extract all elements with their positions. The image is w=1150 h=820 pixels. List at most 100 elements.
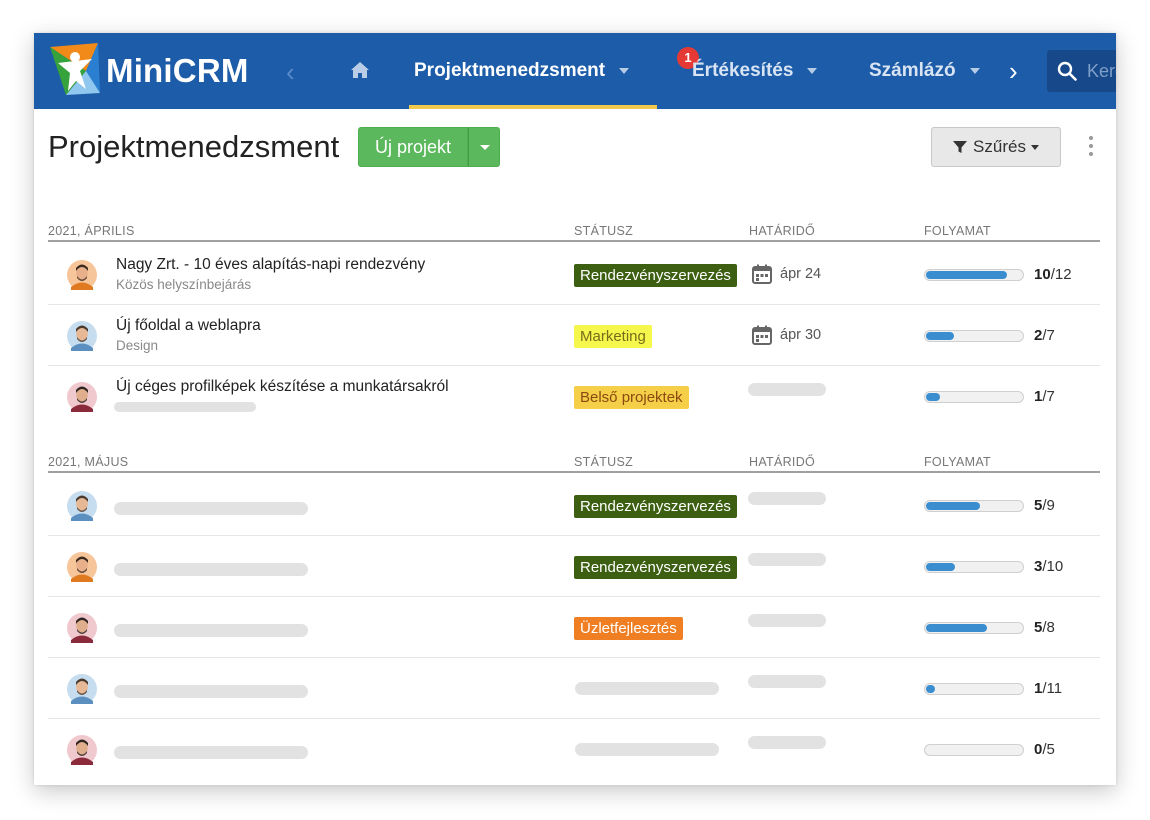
table-row[interactable]: Új céges profilképek készítése a munkatá… bbox=[48, 366, 1100, 427]
search-box[interactable] bbox=[1047, 50, 1116, 92]
progress-bar bbox=[924, 391, 1024, 403]
deadline-placeholder bbox=[748, 736, 826, 749]
chevron-down-icon[interactable] bbox=[619, 68, 630, 74]
more-options-icon[interactable] bbox=[1086, 136, 1096, 160]
deadline-column-header[interactable]: HATÁRIDŐ bbox=[749, 224, 815, 238]
avatar-blue-icon bbox=[67, 674, 97, 704]
deadline-placeholder bbox=[748, 492, 826, 505]
deadline-column-header[interactable]: HATÁRIDŐ bbox=[749, 455, 815, 469]
nav-item-ertekesites[interactable]: Értékesítés bbox=[692, 33, 818, 109]
avatar-red-icon bbox=[67, 382, 97, 412]
progress-done-count: 10 bbox=[1034, 266, 1051, 283]
status-column-header[interactable]: STÁTUSZ bbox=[574, 455, 633, 469]
table-row[interactable]: Rendezvényszervezés 3/10 bbox=[48, 536, 1100, 597]
new-project-button[interactable]: Új projekt bbox=[358, 127, 469, 167]
new-project-dropdown-button[interactable] bbox=[468, 127, 501, 167]
deadline-date[interactable]: ápr 24 bbox=[780, 266, 821, 282]
deadline-placeholder bbox=[748, 383, 826, 396]
progress-bar-fill bbox=[926, 271, 1007, 279]
status-badge[interactable]: Rendezvényszervezés bbox=[574, 495, 737, 518]
active-tab-indicator bbox=[409, 105, 657, 109]
section-header: 2021, MÁJUS STÁTUSZ HATÁRIDŐ FOLYAMAT bbox=[48, 451, 1100, 473]
progress-total-count: /10 bbox=[1042, 558, 1064, 575]
project-name[interactable]: Nagy Zrt. - 10 éves alapítás-napi rendez… bbox=[116, 256, 425, 274]
section-month-label: 2021, ÁPRILIS bbox=[48, 224, 135, 238]
app-window: MiniCRM ‹ Projektmenedzsment 1 Értékesít… bbox=[34, 33, 1116, 785]
avatar-red-icon bbox=[67, 613, 97, 643]
nav-item-szamlazo[interactable]: Számlázó bbox=[869, 33, 980, 109]
section-header: 2021, ÁPRILIS STÁTUSZ HATÁRIDŐ FOLYAMAT bbox=[48, 220, 1100, 242]
table-row[interactable]: Rendezvényszervezés 5/9 bbox=[48, 475, 1100, 536]
progress-bar bbox=[924, 622, 1024, 634]
progress-bar-fill bbox=[926, 624, 987, 632]
progress-count: 1/7 bbox=[1034, 388, 1055, 405]
brand-name[interactable]: MiniCRM bbox=[106, 52, 249, 90]
progress-bar-fill bbox=[926, 393, 940, 401]
search-input[interactable] bbox=[1087, 59, 1116, 83]
status-column-header[interactable]: STÁTUSZ bbox=[574, 224, 633, 238]
progress-bar-fill bbox=[926, 685, 935, 693]
top-navigation-bar: MiniCRM ‹ Projektmenedzsment 1 Értékesít… bbox=[34, 33, 1116, 109]
table-row[interactable]: Nagy Zrt. - 10 éves alapítás-napi rendez… bbox=[48, 244, 1100, 305]
table-row[interactable]: Új főoldal a weblapra Design Marketing ápr … bbox=[48, 305, 1100, 366]
search-icon bbox=[1057, 61, 1077, 81]
progress-bar bbox=[924, 744, 1024, 756]
nav-scroll-right-icon[interactable]: › bbox=[1009, 56, 1018, 87]
progress-total-count: /9 bbox=[1042, 497, 1055, 514]
nav-item-projektmenedzsment[interactable]: Projektmenedzsment bbox=[409, 33, 657, 109]
progress-bar bbox=[924, 561, 1024, 573]
calendar-icon bbox=[752, 264, 772, 284]
deadline-placeholder bbox=[748, 675, 826, 688]
progress-total-count: /8 bbox=[1042, 619, 1055, 636]
progress-total-count: /12 bbox=[1050, 266, 1072, 283]
status-badge[interactable]: Üzletfejlesztés bbox=[574, 617, 683, 640]
table-row[interactable]: 1/11 bbox=[48, 658, 1100, 719]
chevron-down-icon[interactable] bbox=[807, 68, 818, 74]
deadline-date[interactable]: ápr 30 bbox=[780, 327, 821, 343]
table-row[interactable]: Üzletfejlesztés 5/8 bbox=[48, 597, 1100, 658]
table-row[interactable]: 0/5 bbox=[48, 719, 1100, 780]
status-badge[interactable]: Rendezvényszervezés bbox=[574, 556, 737, 579]
progress-bar-fill bbox=[926, 332, 954, 340]
chevron-down-icon bbox=[1030, 144, 1039, 150]
nav-item-label: Projektmenedzsment bbox=[414, 60, 606, 81]
filter-button-label: Szűrés bbox=[973, 137, 1026, 156]
chevron-down-icon[interactable] bbox=[969, 68, 980, 74]
progress-total-count: /7 bbox=[1042, 388, 1055, 405]
progress-count: 10/12 bbox=[1034, 266, 1072, 283]
new-project-button-group: Új projekt bbox=[358, 127, 501, 167]
home-icon[interactable] bbox=[350, 61, 370, 79]
status-badge[interactable]: Belső projektek bbox=[574, 386, 689, 409]
status-badge[interactable]: Rendezvényszervezés bbox=[574, 264, 737, 287]
nav-scroll-left-icon[interactable]: ‹ bbox=[286, 57, 295, 88]
progress-column-header[interactable]: FOLYAMAT bbox=[924, 455, 991, 469]
avatar-red-icon bbox=[67, 735, 97, 765]
project-name[interactable]: Új főoldal a weblapra bbox=[116, 317, 261, 335]
deadline-placeholder bbox=[748, 614, 826, 627]
progress-bar bbox=[924, 683, 1024, 695]
progress-total-count: /5 bbox=[1042, 741, 1055, 758]
nav-item-label: Értékesítés bbox=[692, 60, 794, 81]
avatar-blue-icon bbox=[67, 321, 97, 351]
filter-button[interactable]: Szűrés bbox=[931, 127, 1061, 167]
progress-count: 3/10 bbox=[1034, 558, 1063, 575]
section-month-label: 2021, MÁJUS bbox=[48, 455, 129, 469]
project-subtitle-placeholder bbox=[114, 402, 256, 412]
project-name[interactable]: Új céges profilképek készítése a munkatá… bbox=[116, 378, 449, 396]
project-subtitle: Design bbox=[116, 338, 159, 353]
project-name-placeholder bbox=[114, 685, 308, 698]
deadline-placeholder bbox=[748, 553, 826, 566]
minicrm-logo-icon bbox=[50, 43, 100, 95]
progress-column-header[interactable]: FOLYAMAT bbox=[924, 224, 991, 238]
project-name-placeholder bbox=[114, 624, 308, 637]
progress-total-count: /7 bbox=[1042, 327, 1055, 344]
avatar-orange-icon bbox=[67, 552, 97, 582]
progress-count: 2/7 bbox=[1034, 327, 1055, 344]
status-badge[interactable]: Marketing bbox=[574, 325, 652, 348]
progress-count: 5/9 bbox=[1034, 497, 1055, 514]
progress-bar bbox=[924, 269, 1024, 281]
progress-bar bbox=[924, 330, 1024, 342]
calendar-icon bbox=[752, 325, 772, 345]
status-placeholder bbox=[575, 682, 719, 695]
project-subtitle: Közös helyszínbejárás bbox=[116, 277, 252, 292]
